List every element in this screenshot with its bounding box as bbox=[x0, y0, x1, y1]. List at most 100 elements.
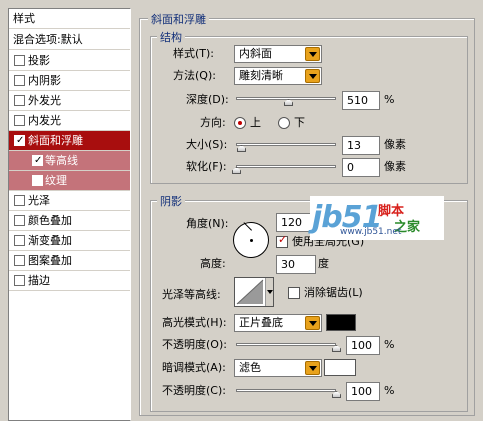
shadow-color-swatch[interactable] bbox=[324, 359, 356, 376]
style-item-texture[interactable]: 纹理 bbox=[9, 171, 130, 191]
style-dropdown[interactable]: 内斜面 bbox=[234, 45, 322, 63]
altitude-input[interactable]: 30 bbox=[276, 255, 316, 274]
style-item-outer-glow[interactable]: 外发光 bbox=[9, 91, 130, 111]
highlight-mode-value: 正片叠底 bbox=[239, 316, 283, 329]
highlight-color-swatch[interactable] bbox=[326, 314, 356, 331]
size-slider[interactable] bbox=[236, 138, 336, 152]
angle-dial[interactable] bbox=[233, 222, 269, 258]
style-item-label: 投影 bbox=[28, 54, 50, 67]
global-light-checkbox[interactable] bbox=[276, 233, 288, 248]
chevron-down-icon[interactable] bbox=[265, 278, 273, 306]
style-item-label: 内发光 bbox=[28, 114, 61, 127]
soften-label: 软化(F): bbox=[186, 160, 227, 173]
inner-glow-checkbox[interactable] bbox=[14, 115, 25, 126]
direction-up-radio[interactable] bbox=[234, 117, 246, 129]
size-input[interactable]: 13 bbox=[342, 136, 380, 155]
style-item-label: 光泽 bbox=[28, 194, 50, 207]
style-item-label: 外发光 bbox=[28, 94, 61, 107]
direction-down-radio[interactable] bbox=[278, 117, 290, 129]
highlight-mode-dropdown[interactable]: 正片叠底 bbox=[234, 314, 322, 332]
depth-slider-thumb[interactable] bbox=[284, 99, 293, 106]
style-item-drop-shadow[interactable]: 投影 bbox=[9, 51, 130, 71]
direction-label: 方向: bbox=[200, 116, 226, 129]
depth-input[interactable]: 510 bbox=[342, 91, 380, 110]
bevel-emboss-title: 斜面和浮雕 bbox=[148, 11, 209, 27]
style-item-label: 描边 bbox=[28, 274, 50, 287]
angle-label: 角度(N): bbox=[186, 217, 229, 230]
soften-input[interactable]: 0 bbox=[342, 158, 380, 177]
depth-slider[interactable] bbox=[236, 92, 336, 106]
outer-glow-checkbox[interactable] bbox=[14, 95, 25, 106]
highlight-mode-label: 高光模式(H): bbox=[162, 316, 227, 329]
style-item-inner-shadow[interactable]: 内阴影 bbox=[9, 71, 130, 91]
style-item-label: 内阴影 bbox=[28, 74, 61, 87]
chevron-down-icon[interactable] bbox=[305, 316, 320, 330]
highlight-opacity-label: 不透明度(O): bbox=[162, 338, 227, 351]
gloss-contour-picker[interactable] bbox=[234, 277, 274, 307]
technique-dropdown-value: 雕刻清晰 bbox=[239, 69, 283, 82]
style-item-satin[interactable]: 光泽 bbox=[9, 191, 130, 211]
shadow-opacity-label: 不透明度(C): bbox=[162, 384, 226, 397]
bevel-emboss-checkbox[interactable] bbox=[14, 131, 25, 150]
style-item-label: 纹理 bbox=[45, 174, 67, 187]
style-item-label: 渐变叠加 bbox=[28, 234, 72, 247]
watermark-url: www.jb51.net bbox=[340, 227, 402, 237]
anti-aliased-label[interactable]: 消除锯齿(L) bbox=[304, 285, 363, 301]
styles-header[interactable]: 样式 bbox=[9, 9, 130, 29]
shadow-opacity-input[interactable]: 100 bbox=[346, 382, 380, 401]
inner-shadow-checkbox[interactable] bbox=[14, 75, 25, 86]
style-item-pattern-overlay[interactable]: 图案叠加 bbox=[9, 251, 130, 271]
gloss-contour-label: 光泽等高线: bbox=[162, 288, 221, 301]
site-watermark: jb51 脚本 之家 www.jb51.net bbox=[310, 196, 444, 240]
style-item-inner-glow[interactable]: 内发光 bbox=[9, 111, 130, 131]
method-label: 方法(Q): bbox=[173, 69, 216, 82]
drop-shadow-checkbox[interactable] bbox=[14, 55, 25, 66]
direction-up-label: 上 bbox=[250, 116, 261, 129]
chevron-down-icon[interactable] bbox=[305, 47, 320, 61]
size-unit: 像素 bbox=[384, 138, 406, 151]
altitude-unit: 度 bbox=[318, 257, 329, 270]
highlight-opacity-track bbox=[236, 343, 336, 346]
gloss-contour-curve-icon bbox=[236, 279, 264, 305]
soften-slider-track bbox=[236, 165, 336, 168]
shadow-mode-dropdown[interactable]: 滤色 bbox=[234, 359, 322, 377]
size-slider-track bbox=[236, 143, 336, 146]
style-item-gradient-overlay[interactable]: 渐变叠加 bbox=[9, 231, 130, 251]
soften-slider[interactable] bbox=[232, 160, 336, 174]
blending-options-item[interactable]: 混合选项:默认 bbox=[9, 30, 130, 50]
gradient-overlay-checkbox[interactable] bbox=[14, 235, 25, 246]
style-item-label: 等高线 bbox=[45, 154, 78, 167]
style-label: 样式(T): bbox=[173, 47, 215, 60]
highlight-opacity-input[interactable]: 100 bbox=[346, 336, 380, 355]
soften-unit: 像素 bbox=[384, 160, 406, 173]
style-dropdown-value: 内斜面 bbox=[239, 47, 272, 60]
chevron-down-icon[interactable] bbox=[305, 361, 320, 375]
style-list-panel: 样式 混合选项:默认 投影 内阴影 外发光 内发光 斜面和浮雕 等高线 纹理 光… bbox=[8, 8, 131, 421]
shading-title: 阴影 bbox=[157, 193, 185, 209]
angle-needle bbox=[243, 222, 252, 231]
texture-checkbox[interactable] bbox=[32, 175, 43, 186]
contour-checkbox[interactable] bbox=[32, 151, 43, 170]
style-item-label: 颜色叠加 bbox=[28, 214, 72, 227]
chevron-down-icon[interactable] bbox=[305, 69, 320, 83]
angle-center bbox=[250, 239, 253, 242]
style-item-label: 斜面和浮雕 bbox=[28, 134, 83, 147]
satin-checkbox[interactable] bbox=[14, 195, 25, 206]
pattern-overlay-checkbox[interactable] bbox=[14, 255, 25, 266]
shadow-mode-value: 滤色 bbox=[239, 361, 261, 374]
stroke-checkbox[interactable] bbox=[14, 275, 25, 286]
altitude-label: 高度: bbox=[200, 257, 226, 270]
style-item-color-overlay[interactable]: 颜色叠加 bbox=[9, 211, 130, 231]
style-item-contour[interactable]: 等高线 bbox=[9, 151, 130, 171]
color-overlay-checkbox[interactable] bbox=[14, 215, 25, 226]
anti-aliased-checkbox[interactable] bbox=[288, 287, 300, 299]
shadow-mode-label: 暗调模式(A): bbox=[162, 361, 226, 374]
style-item-stroke[interactable]: 描边 bbox=[9, 271, 130, 291]
shadow-opacity-slider[interactable] bbox=[236, 384, 341, 398]
technique-dropdown[interactable]: 雕刻清晰 bbox=[234, 67, 322, 85]
highlight-opacity-slider[interactable] bbox=[236, 338, 341, 352]
size-label: 大小(S): bbox=[186, 138, 228, 151]
size-slider-thumb[interactable] bbox=[237, 145, 246, 152]
depth-unit: % bbox=[384, 93, 395, 106]
style-item-bevel-emboss[interactable]: 斜面和浮雕 bbox=[9, 131, 130, 151]
